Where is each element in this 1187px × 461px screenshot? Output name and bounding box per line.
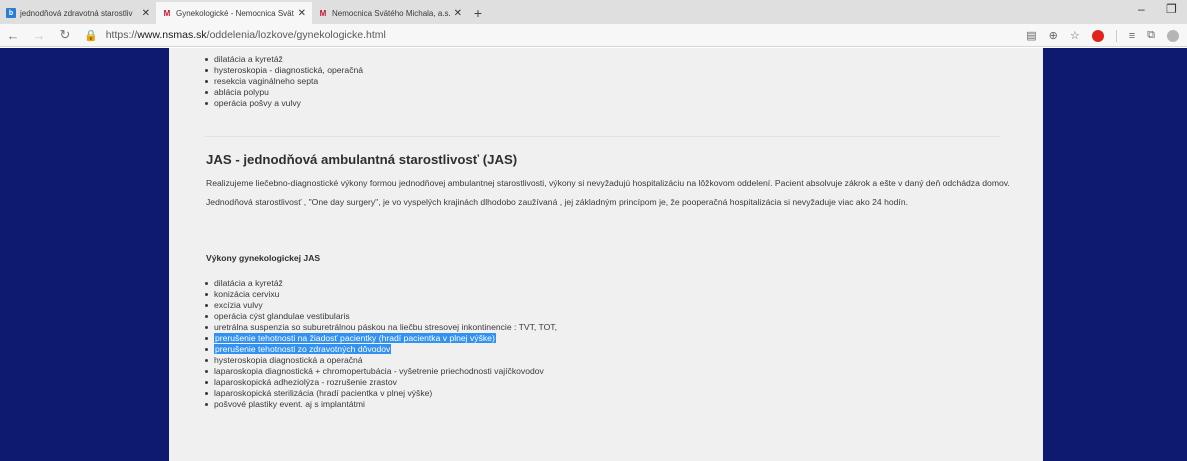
list-item: hysteroskopia - diagnostická, operačná bbox=[197, 65, 363, 76]
toolbar-divider bbox=[1115, 29, 1117, 42]
zoom-icon[interactable]: ⊕ bbox=[1049, 29, 1058, 42]
list-item: laparoskopická sterilizácia (hradí pacie… bbox=[197, 388, 557, 399]
favorite-star-icon[interactable]: ☆ bbox=[1070, 29, 1080, 42]
minimize-icon[interactable]: – bbox=[1138, 2, 1145, 16]
tab-strip: b jednodňová zdravotná starostliv ✕ M Gy… bbox=[0, 0, 1187, 24]
list-item: pošvové plastiky event. aj s implantátmi bbox=[197, 399, 557, 410]
toolbar-icons: ▤ ⊕ ☆ ≡ ⧉ bbox=[1026, 24, 1179, 47]
collections-icon[interactable]: ⧉ bbox=[1147, 29, 1155, 42]
new-tab-button[interactable]: + bbox=[468, 2, 488, 24]
list-item: operácia cýst glandulae vestibularis bbox=[197, 311, 557, 322]
tab-gynekologicke[interactable]: M Gynekologické - Nemocnica Svät ✕ bbox=[156, 2, 312, 24]
forward-arrow-icon[interactable]: → bbox=[26, 24, 52, 47]
list-item: laparoskopia diagnostická + chromopertub… bbox=[197, 366, 557, 377]
close-tab-icon[interactable]: ✕ bbox=[454, 8, 462, 19]
maximize-icon[interactable]: ❐ bbox=[1166, 2, 1177, 16]
profile-avatar-icon[interactable] bbox=[1167, 29, 1179, 42]
list-item-selected: prerušenie tehotnosti zo zdravotných dôv… bbox=[197, 344, 557, 355]
url-host: www.nsmas.sk bbox=[137, 29, 207, 41]
jas-list-heading: Výkony gynekologickej JAS bbox=[206, 253, 321, 263]
list-item: uretrálna suspenzia so suburetrálnou pás… bbox=[197, 322, 557, 333]
list-item: konizácia cervixu bbox=[197, 289, 557, 300]
list-item: ablácia polypu bbox=[197, 87, 363, 98]
page-background: dilatácia a kyretáž hysteroskopia - diag… bbox=[0, 48, 1187, 461]
list-item: dilatácia a kyretáž bbox=[197, 278, 557, 289]
url-path: /oddelenia/lozkove/gynekologicke.html bbox=[206, 29, 386, 41]
close-tab-icon[interactable]: ✕ bbox=[142, 8, 150, 19]
list-item-selected: prerušenie tehotnosti na žiadosť pacient… bbox=[197, 333, 557, 344]
adblock-icon[interactable] bbox=[1091, 29, 1104, 42]
main-content: dilatácia a kyretáž hysteroskopia - diag… bbox=[169, 48, 1043, 461]
tab-title: jednodňová zdravotná starostliv bbox=[20, 8, 133, 18]
url-field[interactable]: 🔒 https:// www.nsmas.sk /oddelenia/lozko… bbox=[84, 29, 386, 42]
section-divider bbox=[205, 136, 1000, 137]
favorites-list-icon[interactable]: ≡ bbox=[1129, 30, 1135, 42]
list-item: hysteroskopia diagnostická a operačná bbox=[197, 355, 557, 366]
address-bar-row: ← → ↻ 🔒 https:// www.nsmas.sk /oddelenia… bbox=[0, 24, 1187, 47]
list-item: dilatácia a kyretáž bbox=[197, 54, 363, 65]
selected-text: prerušenie tehotnosti na žiadosť pacient… bbox=[214, 333, 496, 343]
bing-favicon-icon: b bbox=[6, 8, 16, 18]
top-procedures-list: dilatácia a kyretáž hysteroskopia - diag… bbox=[197, 54, 363, 109]
reading-view-icon[interactable]: ▤ bbox=[1026, 29, 1036, 42]
nsmas-favicon-icon: M bbox=[163, 8, 171, 18]
list-item: operácia pošvy a vulvy bbox=[197, 98, 363, 109]
selected-text: prerušenie tehotnosti zo zdravotných dôv… bbox=[214, 344, 392, 354]
refresh-icon[interactable]: ↻ bbox=[52, 24, 78, 47]
nsmas-favicon-icon: M bbox=[319, 8, 327, 18]
url-scheme: https:// bbox=[105, 29, 138, 41]
list-item: excízia vulvy bbox=[197, 300, 557, 311]
back-arrow-icon[interactable]: ← bbox=[0, 24, 26, 47]
lock-icon: 🔒 bbox=[84, 29, 98, 42]
jas-paragraph: Realizujeme liečebno-diagnostické výkony… bbox=[206, 178, 1010, 207]
tab-jednodnova[interactable]: b jednodňová zdravotná starostliv ✕ bbox=[0, 2, 156, 24]
close-tab-icon[interactable]: ✕ bbox=[298, 8, 306, 19]
tab-title: Nemocnica Svätého Michala, a.s. bbox=[332, 8, 450, 18]
jas-heading: JAS - jednodňová ambulantná starostlivos… bbox=[206, 152, 518, 167]
tab-title: Gynekologické - Nemocnica Svät bbox=[176, 8, 294, 18]
list-item: laparoskopická adheziolýza - rozrušenie … bbox=[197, 377, 557, 388]
jas-procedures-list: dilatácia a kyretáž konizácia cervixu ex… bbox=[197, 278, 557, 410]
tab-nemocnica[interactable]: M Nemocnica Svätého Michala, a.s. ✕ bbox=[312, 2, 468, 24]
list-item: resekcia vaginálneho septa bbox=[197, 76, 363, 87]
